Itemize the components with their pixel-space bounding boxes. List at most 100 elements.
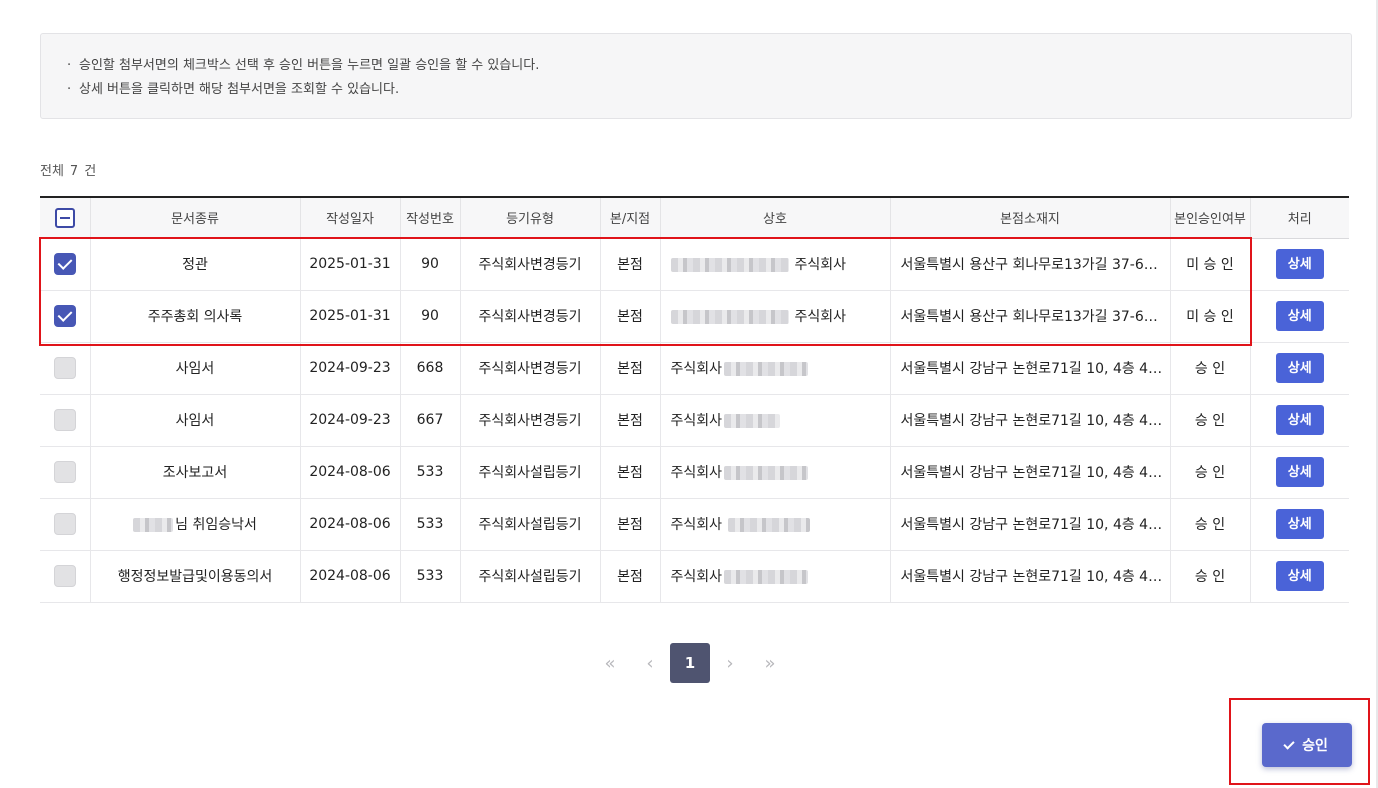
notice-box: · 승인할 첨부서면의 체크박스 선택 후 승인 버튼을 누르면 일괄 승인을 할… <box>40 33 1352 119</box>
document-table: 문서종류 작성일자 작성번호 등기유형 본/지점 상호 본점소재지 본인승인여부… <box>40 196 1349 603</box>
detail-button[interactable]: 상세 <box>1275 509 1324 539</box>
reg-type-cell: 주식회사설립등기 <box>460 550 601 603</box>
reg-type-cell: 주식회사설립등기 <box>460 498 601 551</box>
select-all-checkbox[interactable] <box>54 207 75 228</box>
approval-status: 승 인 <box>1170 446 1251 499</box>
approve-label: 승인 <box>1302 738 1328 754</box>
address-cell: 서울특별시 강남구 논현로71길 10, 4층 4… <box>890 498 1171 551</box>
company-cell: 주식회사 <box>660 394 891 447</box>
redacted-name <box>728 518 811 532</box>
company-cell: 주식회사 <box>660 550 891 603</box>
check-icon <box>1283 737 1295 750</box>
next-page-icon[interactable]: › <box>710 643 750 683</box>
table-row: 행정정보발급및이용동의서 2024-08-06 533 주식회사설립등기 본점 … <box>40 550 1349 603</box>
reg-type-cell: 주식회사변경등기 <box>460 290 601 343</box>
approval-status: 미 승 인 <box>1170 290 1251 343</box>
company-cell: 주식회사 <box>660 498 891 551</box>
company-cell: 주식회사 <box>660 446 891 499</box>
number-cell: 668 <box>400 342 461 395</box>
doc-type-cell: 정관 <box>90 238 301 291</box>
date-cell: 2024-09-23 <box>300 342 401 395</box>
company-cell: 주식회사 <box>660 290 891 343</box>
select-all-header[interactable] <box>40 197 91 239</box>
number-cell: 533 <box>400 550 461 603</box>
detail-button[interactable]: 상세 <box>1275 353 1324 383</box>
col-approval: 본인승인여부 <box>1170 197 1251 239</box>
row-checkbox[interactable] <box>53 305 76 327</box>
branch-cell: 본점 <box>600 394 661 447</box>
date-cell: 2025-01-31 <box>300 238 401 291</box>
address-cell: 서울특별시 강남구 논현로71길 10, 4층 4… <box>890 342 1171 395</box>
address-cell: 서울특별시 강남구 논현로71길 10, 4층 4… <box>890 446 1171 499</box>
address-cell: 서울특별시 용산구 회나무로13가길 37-6… <box>890 238 1171 291</box>
number-cell: 90 <box>400 238 461 291</box>
number-cell: 533 <box>400 446 461 499</box>
reg-type-cell: 주식회사설립등기 <box>460 446 601 499</box>
address-cell: 서울특별시 강남구 논현로71길 10, 4층 4… <box>890 550 1171 603</box>
table-header-row: 문서종류 작성일자 작성번호 등기유형 본/지점 상호 본점소재지 본인승인여부… <box>40 197 1349 239</box>
branch-cell: 본점 <box>600 342 661 395</box>
date-cell: 2024-08-06 <box>300 498 401 551</box>
doc-type-cell: 사임서 <box>90 342 301 395</box>
reg-type-cell: 주식회사변경등기 <box>460 238 601 291</box>
date-cell: 2025-01-31 <box>300 290 401 343</box>
company-cell: 주식회사 <box>660 342 891 395</box>
last-page-icon[interactable]: » <box>750 643 790 683</box>
row-checkbox[interactable] <box>53 461 76 483</box>
row-checkbox[interactable] <box>53 409 76 431</box>
branch-cell: 본점 <box>600 550 661 603</box>
notice-line: · 승인할 첨부서면의 체크박스 선택 후 승인 버튼을 누르면 일괄 승인을 할… <box>67 58 540 73</box>
redacted-name <box>133 518 174 532</box>
table-row: 주주총회 의사록 2025-01-31 90 주식회사변경등기 본점 주식회사 … <box>40 290 1349 343</box>
number-cell: 533 <box>400 498 461 551</box>
doc-type-cell: 사임서 <box>90 394 301 447</box>
pagination: « ‹ 1 › » <box>590 643 790 683</box>
approval-status: 승 인 <box>1170 394 1251 447</box>
col-number: 작성번호 <box>400 197 461 239</box>
col-action: 처리 <box>1250 197 1349 239</box>
number-cell: 667 <box>400 394 461 447</box>
col-date: 작성일자 <box>300 197 401 239</box>
address-cell: 서울특별시 용산구 회나무로13가길 37-6… <box>890 290 1171 343</box>
detail-button[interactable]: 상세 <box>1275 405 1324 435</box>
branch-cell: 본점 <box>600 290 661 343</box>
first-page-icon[interactable]: « <box>590 643 630 683</box>
approval-status: 승 인 <box>1170 342 1251 395</box>
col-doc-type: 문서종류 <box>90 197 301 239</box>
detail-button[interactable]: 상세 <box>1275 301 1324 331</box>
notice-line: · 상세 버튼을 클릭하면 해당 첨부서면을 조회할 수 있습니다. <box>67 82 400 97</box>
table-row: 님 취임승낙서 2024-08-06 533 주식회사설립등기 본점 주식회사 … <box>40 498 1349 551</box>
approval-status: 미 승 인 <box>1170 238 1251 291</box>
table-row: 정관 2025-01-31 90 주식회사변경등기 본점 주식회사 서울특별시 … <box>40 238 1349 291</box>
detail-button[interactable]: 상세 <box>1275 249 1324 279</box>
prev-page-icon[interactable]: ‹ <box>630 643 670 683</box>
table-row: 사임서 2024-09-23 668 주식회사변경등기 본점 주식회사 서울특별… <box>40 342 1349 395</box>
col-reg-type: 등기유형 <box>460 197 601 239</box>
doc-type-cell: 님 취임승낙서 <box>90 498 301 551</box>
company-cell: 주식회사 <box>660 238 891 291</box>
date-cell: 2024-08-06 <box>300 550 401 603</box>
number-cell: 90 <box>400 290 461 343</box>
reg-type-cell: 주식회사변경등기 <box>460 394 601 447</box>
branch-cell: 본점 <box>600 446 661 499</box>
row-checkbox[interactable] <box>53 253 76 275</box>
redacted-name <box>724 414 781 428</box>
reg-type-cell: 주식회사변경등기 <box>460 342 601 395</box>
row-checkbox[interactable] <box>53 565 76 587</box>
detail-button[interactable]: 상세 <box>1275 457 1324 487</box>
approve-button[interactable]: 승인 <box>1262 723 1352 767</box>
date-cell: 2024-08-06 <box>300 446 401 499</box>
table-row: 사임서 2024-09-23 667 주식회사변경등기 본점 주식회사 서울특별… <box>40 394 1349 447</box>
date-cell: 2024-09-23 <box>300 394 401 447</box>
col-address: 본점소재지 <box>890 197 1171 239</box>
doc-type-cell: 조사보고서 <box>90 446 301 499</box>
doc-type-cell: 행정정보발급및이용동의서 <box>90 550 301 603</box>
approval-status: 승 인 <box>1170 498 1251 551</box>
redacted-name <box>724 466 809 480</box>
branch-cell: 본점 <box>600 238 661 291</box>
row-checkbox[interactable] <box>53 357 76 379</box>
detail-button[interactable]: 상세 <box>1275 561 1324 591</box>
row-checkbox[interactable] <box>53 513 76 535</box>
page-1-button[interactable]: 1 <box>670 643 710 683</box>
table-row: 조사보고서 2024-08-06 533 주식회사설립등기 본점 주식회사 서울… <box>40 446 1349 499</box>
